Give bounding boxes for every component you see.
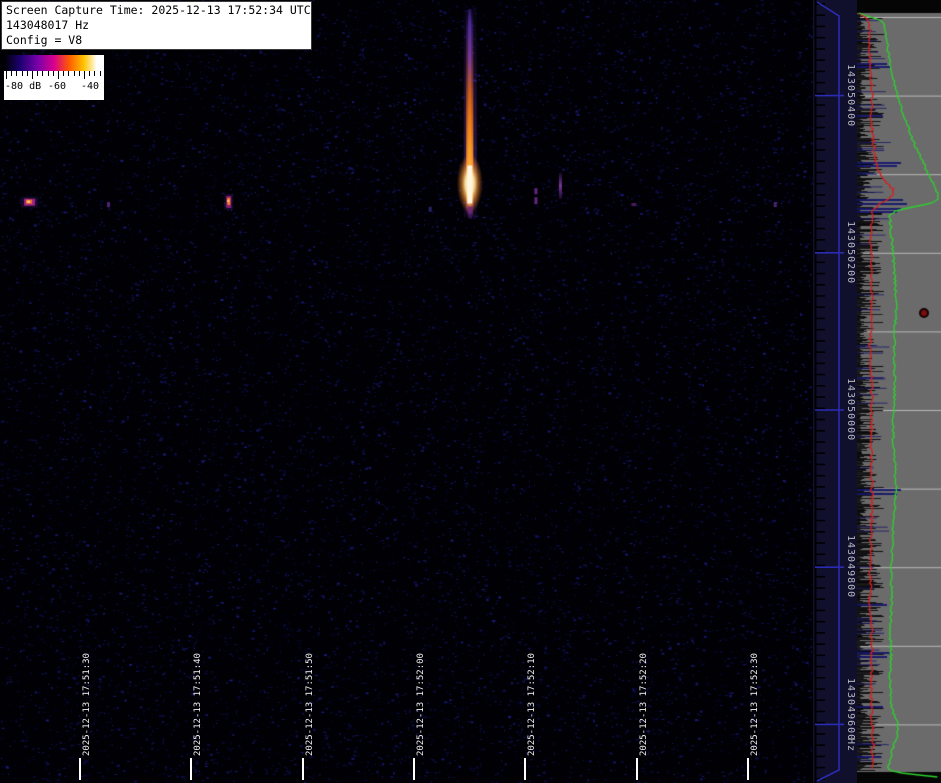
time-label: 2025-12-13 17:51:30 [82, 653, 92, 756]
frequency-line: 143048017 Hz [6, 18, 307, 33]
time-label: 2025-12-13 17:52:20 [639, 653, 649, 756]
capture-time-line: Screen Capture Time: 2025-12-13 17:52:34… [6, 3, 307, 18]
freq-label: 143050200 [845, 221, 856, 284]
spectrogram-app: 2025-12-13 17:51:30 2025-12-13 17:51:40 20… [0, 0, 941, 783]
legend-tick [94, 71, 95, 76]
spectrum-panel [857, 0, 941, 783]
legend-tick [37, 71, 38, 76]
legend-tick [68, 71, 69, 76]
legend-tick [42, 71, 43, 76]
freq-unit-label: Hz [845, 738, 856, 752]
legend-tick [6, 71, 7, 79]
legend-tick [63, 71, 64, 76]
legend-tick [79, 71, 80, 76]
legend-tick [53, 71, 54, 76]
time-tick [747, 758, 749, 780]
legend-tick-row [4, 71, 104, 80]
time-label: 2025-12-13 17:52:10 [527, 653, 537, 756]
freq-label: 143050000 [845, 378, 856, 441]
freq-label: 143049800 [845, 535, 856, 598]
time-tick [302, 758, 304, 780]
time-label: 2025-12-13 17:52:30 [750, 653, 760, 756]
legend-tick [27, 71, 28, 76]
legend-db-labels: -80 dB -60 -40 [4, 80, 104, 98]
legend-tick [32, 71, 33, 79]
capture-info-box: Screen Capture Time: 2025-12-13 17:52:34… [1, 1, 312, 50]
time-tick [79, 758, 81, 780]
time-tick [636, 758, 638, 780]
legend-tick [100, 71, 101, 76]
time-tick [413, 758, 415, 780]
waterfall-spectrogram [0, 0, 813, 783]
color-scale-legend: -80 dB -60 -40 [4, 55, 104, 100]
legend-tick [89, 71, 90, 76]
legend-tick [16, 71, 17, 76]
legend-tick [22, 71, 23, 76]
legend-tick [84, 71, 85, 79]
legend-tick [58, 71, 59, 79]
freq-label: 143050400 [845, 64, 856, 127]
legend-db-label: -40 [81, 81, 99, 92]
legend-tick [48, 71, 49, 76]
legend-tick [11, 71, 12, 76]
time-tick [524, 758, 526, 780]
time-label: 2025-12-13 17:52:00 [416, 653, 426, 756]
legend-db-label: -60 [48, 81, 66, 92]
config-line: Config = V8 [6, 33, 307, 48]
time-tick [190, 758, 192, 780]
legend-db-label: -80 dB [5, 81, 41, 92]
time-label: 2025-12-13 17:51:50 [305, 653, 315, 756]
color-gradient-bar [4, 55, 104, 71]
freq-label: 143049600 [845, 678, 856, 741]
legend-tick [74, 71, 75, 76]
time-label: 2025-12-13 17:51:40 [193, 653, 203, 756]
